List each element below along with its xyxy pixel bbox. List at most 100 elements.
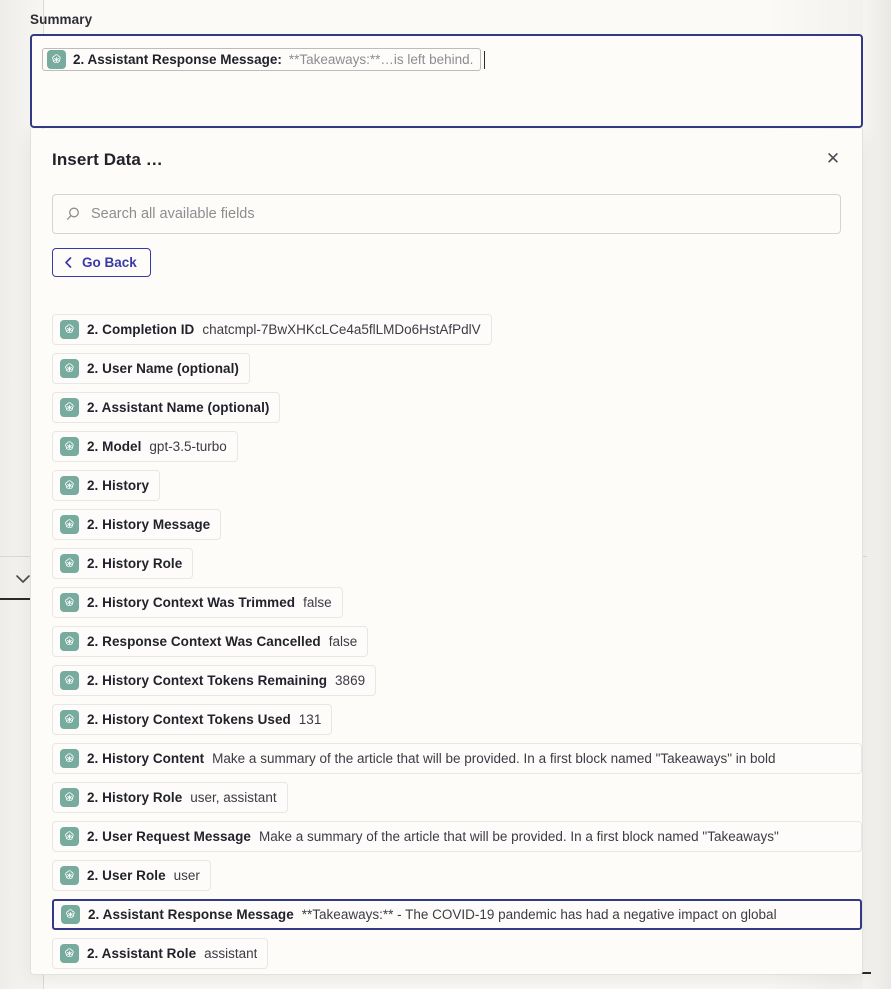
field-row[interactable]: 2. Response Context Was Cancelled false <box>52 622 862 661</box>
chatgpt-icon <box>60 866 79 885</box>
chatgpt-icon <box>60 788 79 807</box>
field-chip[interactable]: 2. Assistant Role assistant <box>52 938 269 969</box>
field-value: 3869 <box>335 673 366 688</box>
field-value: false <box>303 595 332 610</box>
field-value: Make a summary of the article that will … <box>212 751 776 766</box>
field-name: 2. Assistant Response Message <box>88 907 294 922</box>
field-name: 2. History <box>87 478 150 493</box>
field-chip[interactable]: 2. Assistant Response Message **Takeaways… <box>52 899 862 930</box>
field-chip[interactable]: 2. Model gpt-3.5-turbo <box>52 431 238 462</box>
field-name: 2. History Context Was Trimmed <box>87 595 296 610</box>
go-back-row: Go Back <box>31 234 862 277</box>
field-name: 2. Assistant Name (optional) <box>87 400 270 415</box>
field-value: **Takeaways:** - The COVID-19 pandemic h… <box>301 907 777 922</box>
field-value: chatcmpl-7BwXHKcLCe4a5flLMDo6HstAfPdlV <box>202 322 481 337</box>
search-row <box>31 170 862 234</box>
app-root: Summary 2. Assistant Response Message: *… <box>0 0 891 989</box>
field-chip[interactable]: 2. History Content Make a summary of the … <box>52 743 862 774</box>
field-chip[interactable]: 2. History Context Was Trimmed false <box>52 587 343 618</box>
chatgpt-icon <box>60 593 79 612</box>
close-icon[interactable]: ✕ <box>820 145 846 171</box>
chatgpt-icon <box>60 944 79 963</box>
token-label: 2. Assistant Response Message: <box>73 52 282 67</box>
chevron-left-icon <box>63 256 74 269</box>
modal-header: Insert Data … ✕ <box>31 129 862 170</box>
background-bottom-rule-left <box>0 598 32 600</box>
field-row[interactable]: 2. Model gpt-3.5-turbo <box>52 427 862 466</box>
field-chip[interactable]: 2. User Request Message Make a summary of… <box>52 821 862 852</box>
chatgpt-icon <box>60 398 79 417</box>
field-value: 131 <box>298 712 322 727</box>
field-row[interactable]: 2. User Request Message Make a summary of… <box>52 817 862 856</box>
token-value: **Takeaways:**…is left behind. <box>288 52 474 67</box>
chatgpt-icon <box>60 827 79 846</box>
field-row[interactable]: 2. History Context Tokens Used 131 <box>52 700 862 739</box>
field-row[interactable]: 2. History Context Tokens Remaining 3869 <box>52 661 862 700</box>
field-name: 2. History Context Tokens Remaining <box>87 673 328 688</box>
field-row[interactable]: 2. History Message <box>52 505 862 544</box>
go-back-button[interactable]: Go Back <box>52 248 151 277</box>
field-row[interactable]: 2. History Content Make a summary of the … <box>52 739 862 778</box>
chatgpt-icon <box>60 710 79 729</box>
field-name: 2. User Request Message <box>87 829 251 844</box>
summary-field-group: Summary 2. Assistant Response Message: *… <box>30 12 863 128</box>
search-box[interactable] <box>52 194 841 234</box>
summary-label: Summary <box>30 12 93 27</box>
available-fields-list[interactable]: 2. Completion ID chatcmpl-7BwXHKcLCe4a5fl… <box>31 310 862 974</box>
field-chip[interactable]: 2. History Role user, assistant <box>52 782 288 813</box>
field-row[interactable]: 2. Assistant Response Message **Takeaways… <box>52 895 862 934</box>
field-name: 2. History Message <box>87 517 211 532</box>
field-row[interactable]: 2. History Role <box>52 544 862 583</box>
field-name: 2. User Name (optional) <box>87 361 239 376</box>
background-bottom-rule <box>862 972 871 974</box>
field-value: gpt-3.5-turbo <box>149 439 227 454</box>
field-chip[interactable]: 2. Response Context Was Cancelled false <box>52 626 369 657</box>
chatgpt-icon <box>60 749 79 768</box>
chatgpt-icon <box>60 476 79 495</box>
field-row[interactable]: 2. History Role user, assistant <box>52 778 862 817</box>
modal-title: Insert Data … <box>52 150 163 169</box>
chatgpt-icon <box>60 554 79 573</box>
field-chip[interactable]: 2. History Context Tokens Remaining 3869 <box>52 665 377 696</box>
field-name: 2. History Role <box>87 790 183 805</box>
field-row[interactable]: 2. User Role user <box>52 856 862 895</box>
search-input[interactable] <box>91 206 828 222</box>
field-chip[interactable]: 2. User Role user <box>52 860 211 891</box>
field-value: user, assistant <box>190 790 277 805</box>
field-row[interactable]: 2. Assistant Role assistant <box>52 934 862 973</box>
field-chip[interactable]: 2. User Name (optional) <box>52 353 250 384</box>
field-name: 2. History Role <box>87 556 183 571</box>
field-name: 2. User Role <box>87 868 166 883</box>
field-row[interactable]: 2. Completion ID chatcmpl-7BwXHKcLCe4a5fl… <box>52 310 862 349</box>
field-name: 2. Assistant Role <box>87 946 197 961</box>
summary-input[interactable]: 2. Assistant Response Message: **Takeawa… <box>30 34 863 128</box>
field-chip[interactable]: 2. History <box>52 470 161 501</box>
field-row[interactable]: 2. User Name (optional) <box>52 349 862 388</box>
chatgpt-icon <box>60 437 79 456</box>
inserted-token-pill[interactable]: 2. Assistant Response Message: **Takeawa… <box>42 48 482 71</box>
field-name: 2. History Context Tokens Used <box>87 712 291 727</box>
field-chip[interactable]: 2. Assistant Name (optional) <box>52 392 281 423</box>
chatgpt-icon <box>61 905 80 924</box>
field-value: assistant <box>204 946 258 961</box>
field-row[interactable]: 2. History Context Was Trimmed false <box>52 583 862 622</box>
background-divider-left <box>0 556 30 557</box>
go-back-label: Go Back <box>82 255 137 270</box>
background-right-gutter <box>863 0 891 989</box>
chatgpt-icon <box>60 671 79 690</box>
field-row[interactable]: 2. Assistant Name (optional) <box>52 388 862 427</box>
chatgpt-icon <box>60 515 79 534</box>
field-name: 2. Response Context Was Cancelled <box>87 634 321 649</box>
search-icon <box>65 206 81 222</box>
chatgpt-icon <box>60 632 79 651</box>
field-value: false <box>328 634 358 649</box>
field-row[interactable]: 2. History <box>52 466 862 505</box>
chatgpt-icon <box>47 50 66 69</box>
field-name: 2. Completion ID <box>87 322 195 337</box>
text-caret <box>484 50 486 69</box>
field-name: 2. Model <box>87 439 142 454</box>
field-chip[interactable]: 2. History Context Tokens Used 131 <box>52 704 333 735</box>
field-chip[interactable]: 2. Completion ID chatcmpl-7BwXHKcLCe4a5fl… <box>52 314 492 345</box>
field-chip[interactable]: 2. History Role <box>52 548 194 579</box>
field-chip[interactable]: 2. History Message <box>52 509 222 540</box>
